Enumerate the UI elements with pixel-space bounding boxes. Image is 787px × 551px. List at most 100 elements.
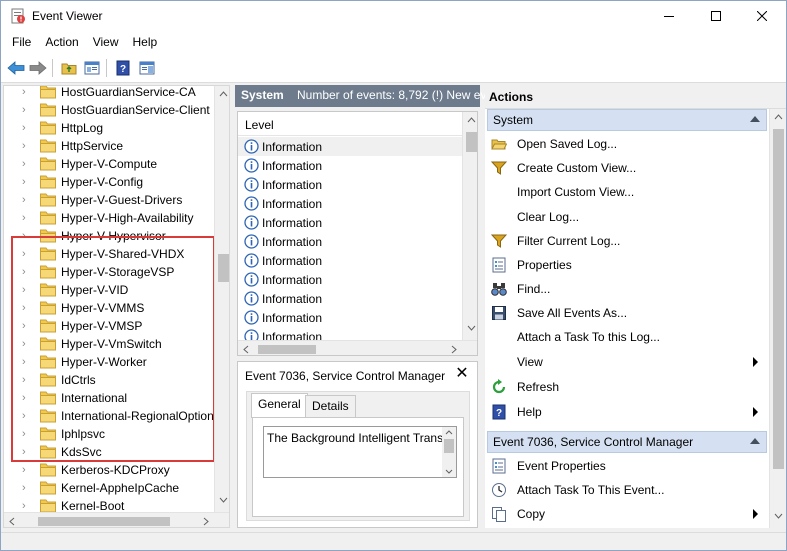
description-scrollbar[interactable]	[442, 427, 456, 477]
action-item[interactable]: Copy	[487, 503, 767, 525]
collapse-caret-icon[interactable]	[750, 438, 760, 444]
tree-vertical-scrollbar[interactable]	[214, 86, 229, 512]
event-row[interactable]: Information	[238, 251, 462, 270]
detail-close-icon[interactable]: ✕	[454, 366, 470, 382]
event-row[interactable]: Information	[238, 137, 462, 156]
up-folder-button[interactable]	[59, 58, 79, 78]
filter-icon	[491, 234, 507, 248]
event-viewer-window: Event Viewer File Action View Help ? › H…	[0, 0, 787, 551]
tree-item[interactable]: › Hyper-V-Guest-Drivers	[4, 191, 214, 209]
action-item[interactable]: ? Help	[487, 401, 767, 423]
minimize-button[interactable]	[646, 1, 692, 31]
action-item[interactable]: Refresh	[487, 376, 767, 398]
close-icon	[757, 11, 767, 21]
event-row[interactable]: Information	[238, 232, 462, 251]
tree-item[interactable]: › HttpLog	[4, 119, 214, 137]
chevron-right-icon[interactable]: ›	[22, 104, 32, 116]
show-hide-tree-button[interactable]	[82, 58, 102, 78]
event-row[interactable]: Information	[238, 270, 462, 289]
event-row[interactable]: Information	[238, 289, 462, 308]
event-description-text: The Background Intelligent Transfer Serv…	[267, 431, 457, 445]
chevron-right-icon[interactable]: ›	[22, 500, 32, 512]
event-row[interactable]: Information	[238, 175, 462, 194]
close-button[interactable]	[739, 1, 785, 31]
actions-section-system[interactable]: System	[487, 109, 767, 131]
tree-item-label: Hyper-V-Compute	[61, 157, 158, 171]
events-horizontal-scrollbar[interactable]	[238, 340, 477, 355]
action-item[interactable]: Clear Log...	[487, 206, 767, 228]
console-tree-pane: › HostGuardianService-CA › HostGuardianServ…	[3, 85, 230, 528]
general-tab-content: The Background Intelligent Transfer Serv…	[252, 417, 464, 517]
tree-item-label: Kernel-AppheIpCache	[61, 481, 180, 495]
chevron-right-icon[interactable]: ›	[22, 86, 32, 98]
tab-details[interactable]: Details	[305, 395, 356, 417]
tree-item[interactable]: › Hyper-V-Config	[4, 173, 214, 191]
menu-file[interactable]: File	[5, 31, 38, 53]
action-item[interactable]: Create Custom View...	[487, 157, 767, 179]
tree-item[interactable]: › HostGuardianService-CA	[4, 86, 214, 101]
event-row[interactable]: Information	[238, 194, 462, 213]
show-action-pane-button[interactable]	[137, 58, 157, 78]
events-vertical-scrollbar[interactable]	[462, 112, 477, 340]
back-button[interactable]	[6, 58, 26, 78]
minimize-icon	[664, 16, 674, 17]
action-item[interactable]: Attach a Task To this Log...	[487, 326, 767, 348]
chevron-right-icon[interactable]: ›	[22, 464, 32, 476]
chevron-right-icon[interactable]: ›	[22, 176, 32, 188]
action-item[interactable]: Event Properties	[487, 455, 767, 477]
event-level: Information	[262, 197, 323, 211]
maximize-button[interactable]	[693, 1, 739, 31]
action-item[interactable]: Attach Task To This Event...	[487, 479, 767, 501]
chevron-right-icon[interactable]: ›	[22, 140, 32, 152]
actions-vertical-scrollbar[interactable]	[769, 109, 786, 528]
action-item[interactable]: Open Saved Log...	[487, 133, 767, 155]
tree-item[interactable]: › Hyper-V-High-Availability	[4, 209, 214, 227]
back-arrow-icon	[7, 61, 25, 75]
action-item-label: Filter Current Log...	[517, 234, 621, 248]
folder-icon	[40, 481, 56, 495]
tree-item[interactable]: › HostGuardianService-Client	[4, 101, 214, 119]
actions-section-event[interactable]: Event 7036, Service Control Manager	[487, 431, 767, 453]
tree-item[interactable]: › Kerberos-KDCProxy	[4, 461, 214, 479]
tree-item[interactable]: › Kernel-AppheIpCache	[4, 479, 214, 497]
event-row[interactable]: Information	[238, 308, 462, 327]
event-level: Information	[262, 140, 323, 154]
chevron-right-icon[interactable]: ›	[22, 482, 32, 494]
menu-help[interactable]: Help	[126, 31, 165, 53]
task-icon	[492, 483, 506, 497]
menu-action[interactable]: Action	[38, 31, 85, 53]
action-item-label: Refresh	[517, 380, 560, 394]
tree-horizontal-scrollbar[interactable]	[4, 512, 229, 527]
level-column-header[interactable]: Level	[238, 112, 462, 136]
chevron-right-icon[interactable]: ›	[22, 194, 32, 206]
tree-item-label: HttpLog	[61, 121, 104, 135]
event-level: Information	[262, 235, 323, 249]
chevron-right-icon[interactable]: ›	[22, 122, 32, 134]
action-item[interactable]: View	[487, 351, 767, 373]
action-item[interactable]: Filter Current Log...	[487, 230, 767, 252]
help-toolbar-button[interactable]: ?	[113, 58, 133, 78]
action-item[interactable]: Properties	[487, 254, 767, 276]
action-item[interactable]: Save All Events As...	[487, 302, 767, 324]
folder-icon	[40, 121, 56, 135]
log-header-bar: System Number of events: 8,792 (!) New e…	[235, 85, 560, 107]
help-book-icon: ?	[116, 60, 130, 76]
tree-item[interactable]: › Hyper-V-Compute	[4, 155, 214, 173]
tab-general[interactable]: General	[251, 393, 308, 418]
tree-item[interactable]: › HttpService	[4, 137, 214, 155]
action-item[interactable]: Find...	[487, 278, 767, 300]
action-item[interactable]: Import Custom View...	[487, 181, 767, 203]
folder-open-icon	[491, 139, 507, 150]
collapse-caret-icon[interactable]	[750, 116, 760, 122]
forward-button[interactable]	[28, 58, 48, 78]
chevron-right-icon[interactable]: ›	[22, 158, 32, 170]
event-description-box[interactable]: The Background Intelligent Transfer Serv…	[263, 426, 457, 478]
level-column-label: Level	[245, 118, 274, 132]
menu-view[interactable]: View	[86, 31, 126, 53]
chevron-right-icon[interactable]: ›	[22, 212, 32, 224]
information-icon	[244, 253, 259, 268]
properties-icon	[492, 458, 506, 474]
event-row[interactable]: Information	[238, 213, 462, 232]
event-row[interactable]: Information	[238, 156, 462, 175]
console-tree-icon	[84, 61, 100, 75]
